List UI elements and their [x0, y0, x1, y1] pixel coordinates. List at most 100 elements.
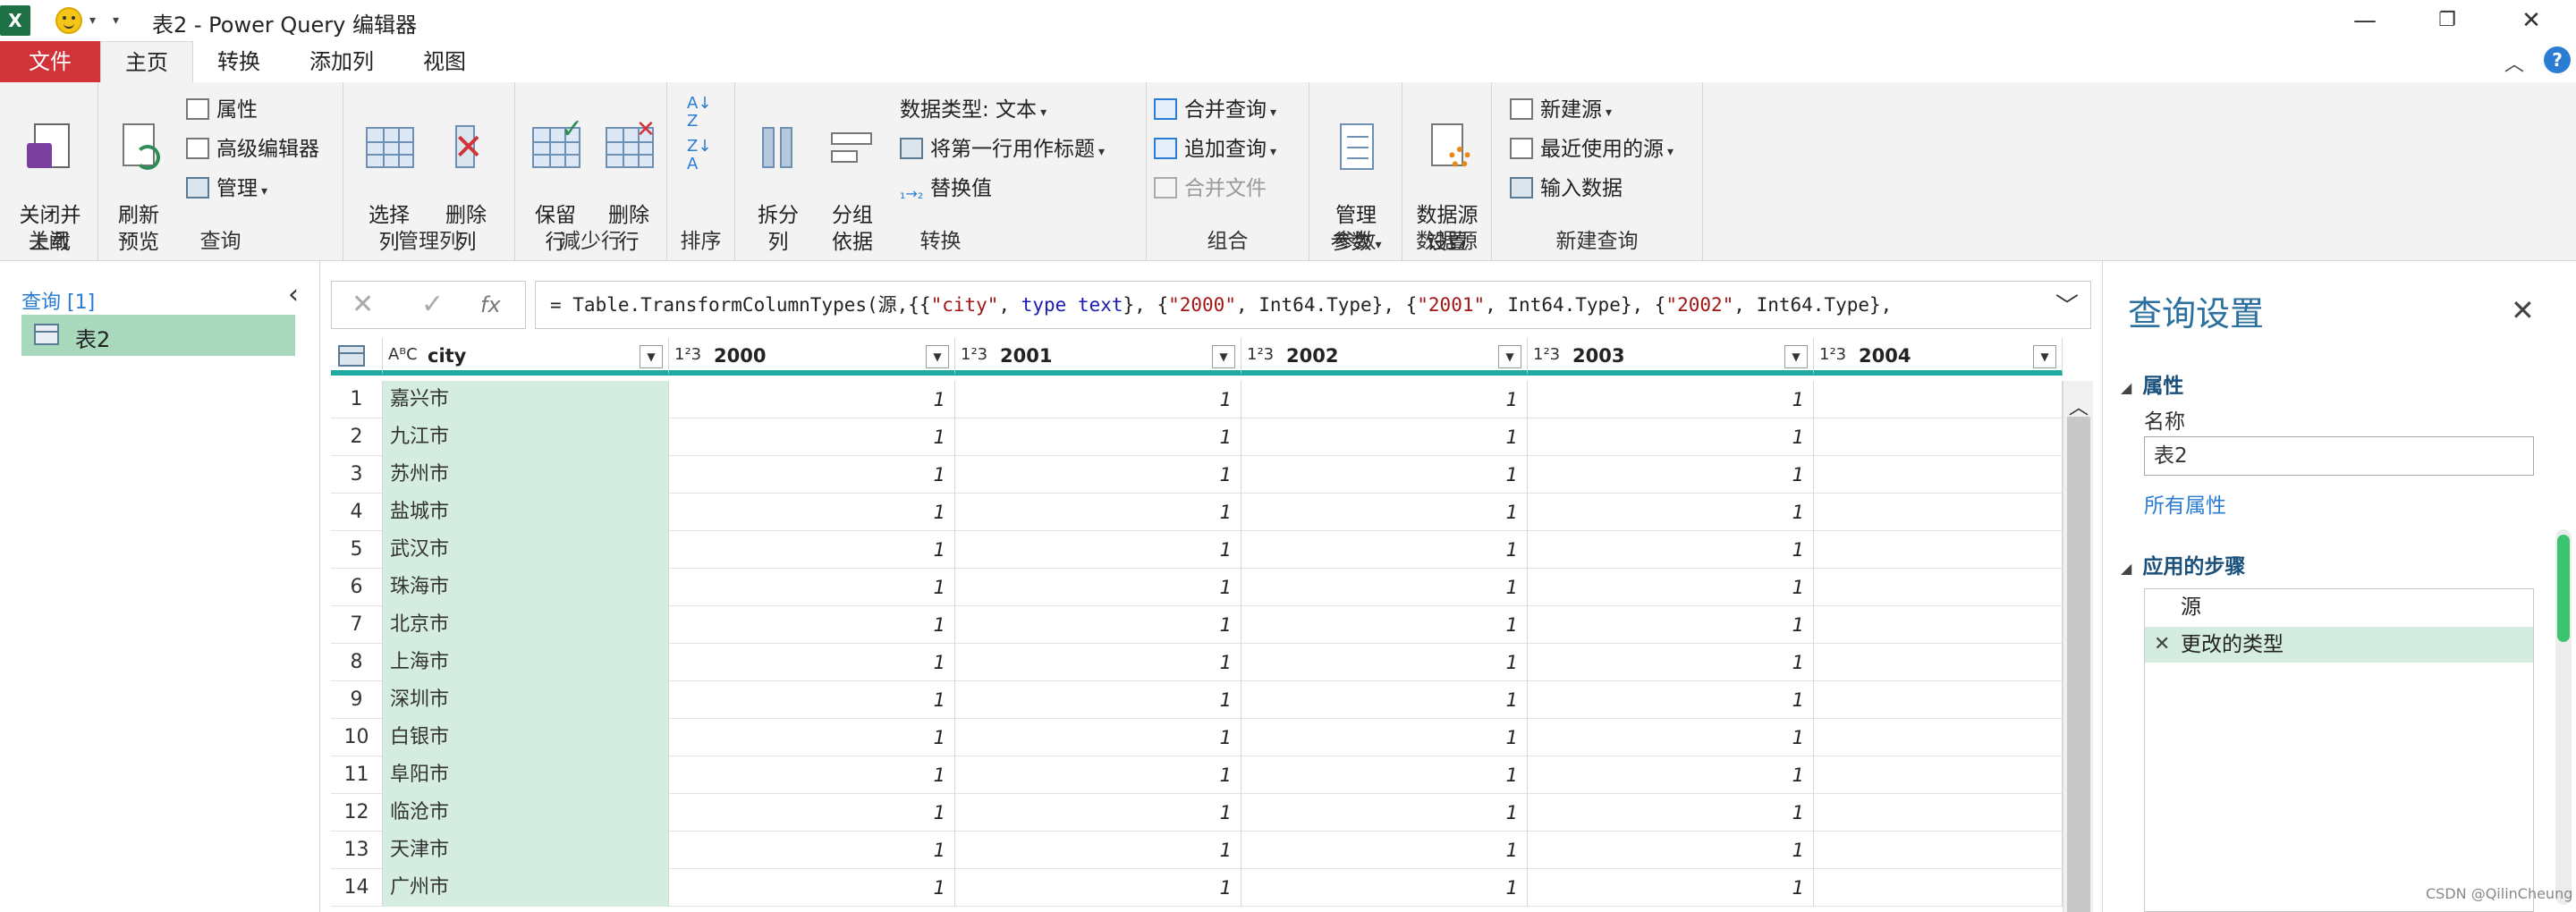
value-cell[interactable]: 1 — [955, 606, 1241, 644]
merge-queries-button[interactable]: 合并查询 ▾ — [1154, 95, 1276, 125]
value-cell[interactable]: 1 — [955, 531, 1241, 569]
value-cell[interactable] — [1814, 569, 2063, 606]
column-header[interactable]: 1²3 2001 ▼ — [955, 338, 1241, 376]
value-cell[interactable]: 1 — [955, 719, 1241, 756]
city-cell[interactable]: 苏州市 — [383, 456, 669, 494]
all-properties-link[interactable]: 所有属性 — [2144, 488, 2226, 519]
help-icon[interactable]: ? — [2544, 46, 2571, 73]
delete-step-icon[interactable]: ✕ — [2154, 627, 2170, 663]
city-cell[interactable]: 盐城市 — [383, 494, 669, 531]
settings-scroll-thumb[interactable] — [2557, 535, 2570, 642]
vertical-scrollbar[interactable]: ︿ — [2063, 381, 2093, 912]
step-source[interactable]: 源 — [2145, 589, 2533, 625]
value-cell[interactable]: 1 — [669, 756, 955, 794]
tab-home[interactable]: 主页 — [100, 41, 193, 82]
table-menu-corner[interactable] — [331, 338, 383, 376]
value-cell[interactable]: 1 — [955, 418, 1241, 456]
tab-add-column[interactable]: 添加列 — [295, 41, 388, 82]
value-cell[interactable] — [1814, 832, 2063, 869]
collapse-ribbon-icon[interactable]: ︿ — [2504, 48, 2524, 77]
value-cell[interactable]: 1 — [1241, 494, 1528, 531]
smiley-icon[interactable] — [55, 7, 82, 34]
table-row[interactable]: 3 苏州市 1 1 1 1 — [331, 456, 2063, 494]
row-number[interactable]: 7 — [331, 606, 383, 644]
column-filter-dropdown-icon[interactable]: ▼ — [2033, 345, 2056, 368]
row-number[interactable]: 12 — [331, 794, 383, 832]
value-cell[interactable]: 1 — [1528, 869, 1814, 907]
value-cell[interactable]: 1 — [1528, 719, 1814, 756]
value-cell[interactable]: 1 — [955, 494, 1241, 531]
value-cell[interactable]: 1 — [1528, 832, 1814, 869]
value-cell[interactable]: 1 — [955, 794, 1241, 832]
tab-transform[interactable]: 转换 — [199, 41, 279, 82]
table-row[interactable]: 1 嘉兴市 1 1 1 1 — [331, 381, 2063, 418]
row-number[interactable]: 3 — [331, 456, 383, 494]
combine-files-button[interactable]: 合并文件 — [1154, 173, 1267, 204]
column-header[interactable]: 1²3 2000 ▼ — [669, 338, 955, 376]
value-cell[interactable]: 1 — [669, 494, 955, 531]
value-cell[interactable]: 1 — [669, 832, 955, 869]
value-cell[interactable]: 1 — [955, 869, 1241, 907]
value-cell[interactable]: 1 — [1528, 606, 1814, 644]
minimize-icon[interactable]: — — [2338, 4, 2392, 38]
commit-formula-icon[interactable]: ✓ — [421, 289, 444, 320]
column-filter-dropdown-icon[interactable]: ▼ — [640, 345, 663, 368]
formula-input[interactable]: = Table.TransformColumnTypes(源,{{"city",… — [535, 281, 2091, 329]
table-row[interactable]: 8 上海市 1 1 1 1 — [331, 644, 2063, 681]
value-cell[interactable]: 1 — [1528, 756, 1814, 794]
value-cell[interactable]: 1 — [1528, 381, 1814, 418]
value-cell[interactable]: 1 — [1241, 569, 1528, 606]
value-cell[interactable]: 1 — [669, 531, 955, 569]
table-row[interactable]: 13 天津市 1 1 1 1 — [331, 832, 2063, 869]
city-cell[interactable]: 北京市 — [383, 606, 669, 644]
value-cell[interactable]: 1 — [1241, 869, 1528, 907]
column-type-icon[interactable]: 1²3 — [961, 345, 987, 364]
row-number[interactable]: 14 — [331, 869, 383, 907]
row-number[interactable]: 9 — [331, 681, 383, 719]
value-cell[interactable]: 1 — [1528, 644, 1814, 681]
value-cell[interactable]: 1 — [1528, 794, 1814, 832]
smiley-caret-icon[interactable]: ▾ — [89, 13, 96, 28]
city-cell[interactable]: 上海市 — [383, 644, 669, 681]
value-cell[interactable]: 1 — [1241, 832, 1528, 869]
value-cell[interactable]: 1 — [1241, 456, 1528, 494]
customize-toolbar-icon[interactable]: ▾ — [113, 13, 119, 28]
value-cell[interactable] — [1814, 381, 2063, 418]
row-number[interactable]: 5 — [331, 531, 383, 569]
column-type-icon[interactable]: 1²3 — [1533, 345, 1560, 364]
table-row[interactable]: 11 阜阳市 1 1 1 1 — [331, 756, 2063, 794]
query-item-table2[interactable]: 表2 — [21, 315, 295, 356]
sort-ascending-icon[interactable]: A↓ Z — [687, 95, 711, 131]
table-row[interactable]: 5 武汉市 1 1 1 1 — [331, 531, 2063, 569]
value-cell[interactable]: 1 — [955, 569, 1241, 606]
value-cell[interactable] — [1814, 794, 2063, 832]
value-cell[interactable]: 1 — [955, 681, 1241, 719]
properties-button[interactable]: 属性 — [186, 95, 258, 125]
value-cell[interactable] — [1814, 869, 2063, 907]
expand-formula-icon[interactable]: ﹀ — [2055, 288, 2079, 321]
enter-data-button[interactable]: 输入数据 — [1510, 173, 1623, 204]
value-cell[interactable]: 1 — [1528, 456, 1814, 494]
value-cell[interactable]: 1 — [669, 794, 955, 832]
row-number[interactable]: 2 — [331, 418, 383, 456]
column-header[interactable]: AᴮC city ▼ — [383, 338, 669, 376]
value-cell[interactable]: 1 — [669, 644, 955, 681]
value-cell[interactable] — [1814, 719, 2063, 756]
city-cell[interactable]: 阜阳市 — [383, 756, 669, 794]
column-type-icon[interactable]: 1²3 — [1819, 345, 1846, 364]
table-row[interactable]: 14 广州市 1 1 1 1 — [331, 869, 2063, 907]
row-number[interactable]: 10 — [331, 719, 383, 756]
value-cell[interactable]: 1 — [955, 756, 1241, 794]
column-type-icon[interactable]: 1²3 — [674, 345, 701, 364]
value-cell[interactable]: 1 — [1528, 531, 1814, 569]
value-cell[interactable]: 1 — [1528, 494, 1814, 531]
value-cell[interactable]: 1 — [955, 381, 1241, 418]
recent-sources-button[interactable]: 最近使用的源 ▾ — [1510, 134, 1674, 165]
column-header[interactable]: 1²3 2004 ▼ — [1814, 338, 2063, 376]
tab-view[interactable]: 视图 — [411, 41, 478, 82]
manage-button[interactable]: 管理 ▾ — [186, 173, 267, 204]
fx-icon[interactable]: fx — [480, 292, 501, 317]
value-cell[interactable] — [1814, 494, 2063, 531]
row-number[interactable]: 11 — [331, 756, 383, 794]
city-cell[interactable]: 临沧市 — [383, 794, 669, 832]
